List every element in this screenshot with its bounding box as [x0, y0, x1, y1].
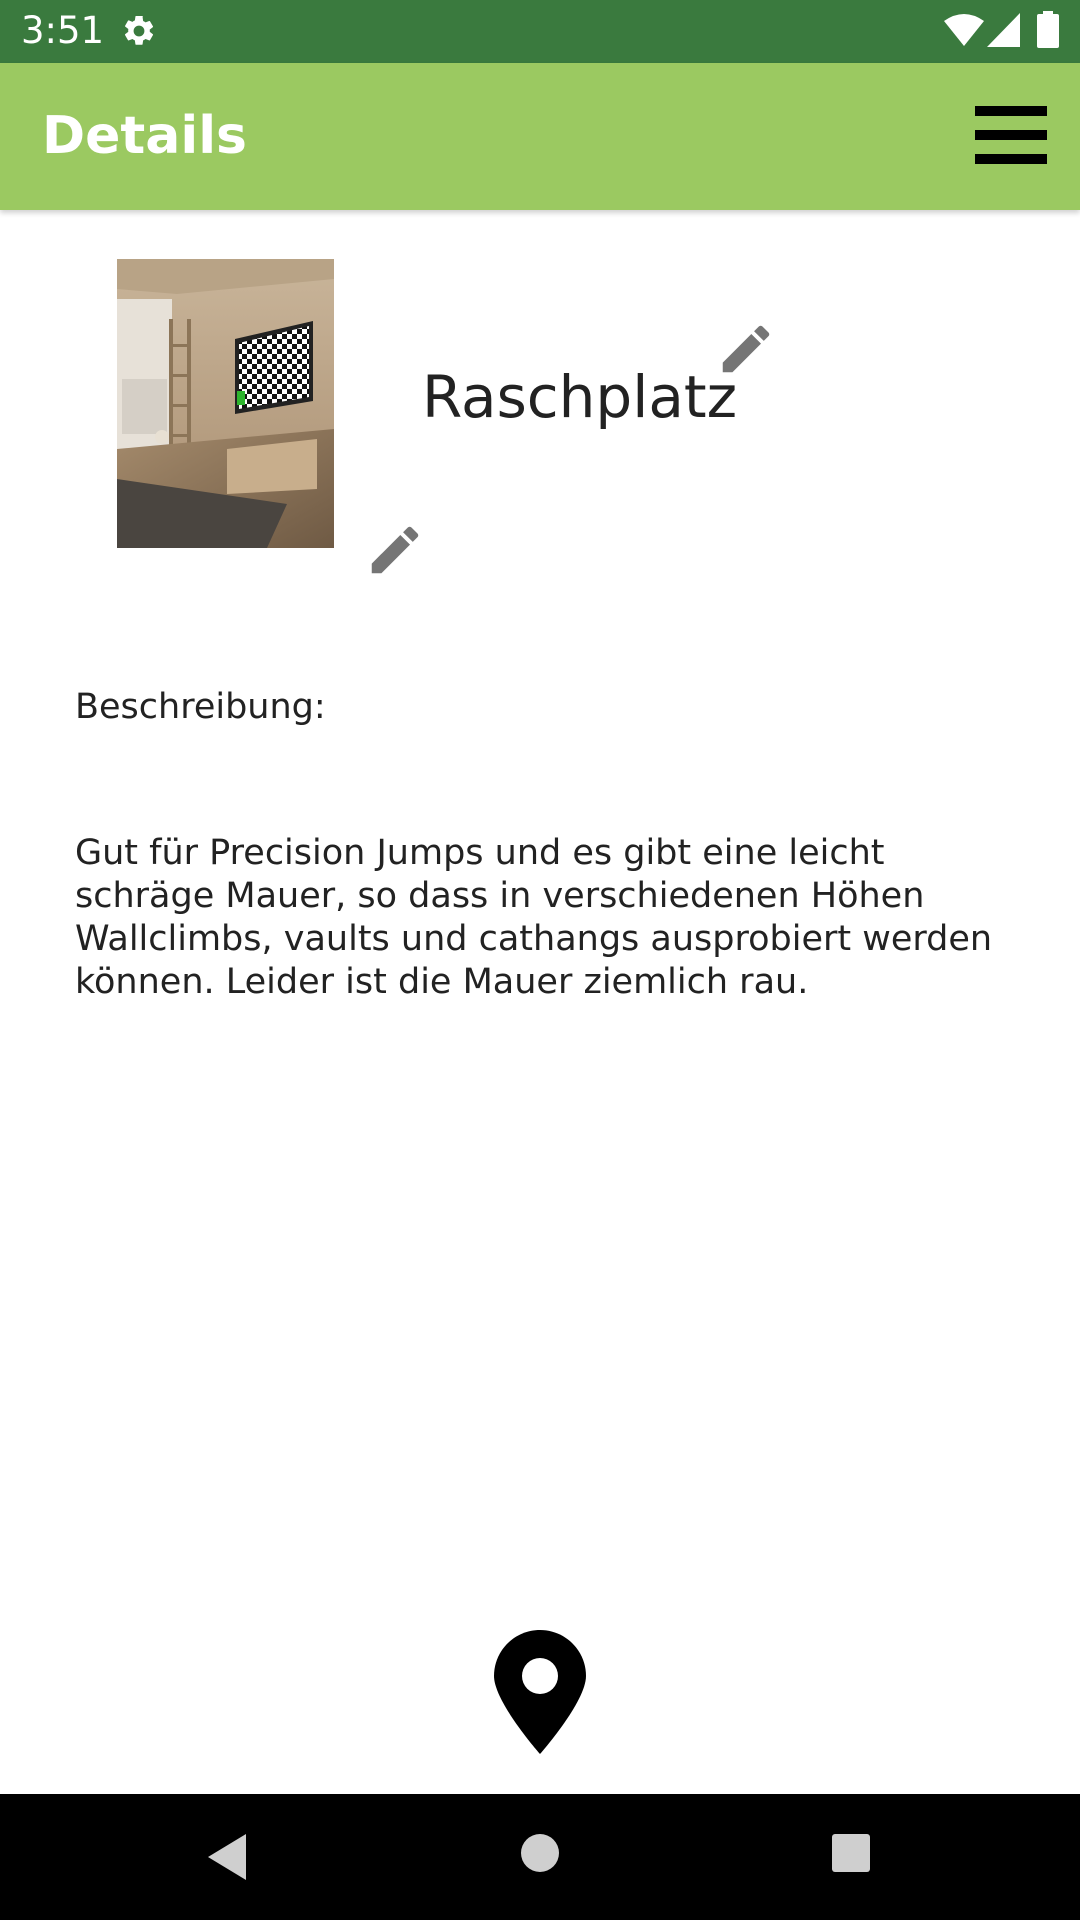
system-nav-bar: [0, 1794, 1080, 1920]
place-name: Raschplatz: [422, 363, 738, 431]
place-image[interactable]: [117, 259, 334, 548]
page-title: Details: [42, 106, 247, 166]
edit-name-button[interactable]: [715, 318, 777, 380]
hamburger-menu-icon[interactable]: [971, 96, 1049, 176]
home-icon[interactable]: [519, 1832, 561, 1874]
back-icon[interactable]: [204, 1832, 250, 1882]
status-bar: 3:51: [0, 0, 1080, 63]
edit-image-button[interactable]: [364, 519, 426, 581]
gear-icon: [124, 15, 154, 45]
map-pin-icon[interactable]: [494, 1630, 586, 1754]
recents-icon[interactable]: [830, 1832, 872, 1874]
signal-icon: [987, 13, 1020, 47]
app-bar: Details: [0, 63, 1080, 210]
description-text: Gut für Precision Jumps und es gibt eine…: [75, 833, 993, 1002]
battery-icon: [1037, 11, 1059, 48]
status-time: 3:51: [21, 9, 105, 52]
wifi-icon: [944, 14, 984, 46]
description-label: Beschreibung:: [75, 687, 326, 727]
